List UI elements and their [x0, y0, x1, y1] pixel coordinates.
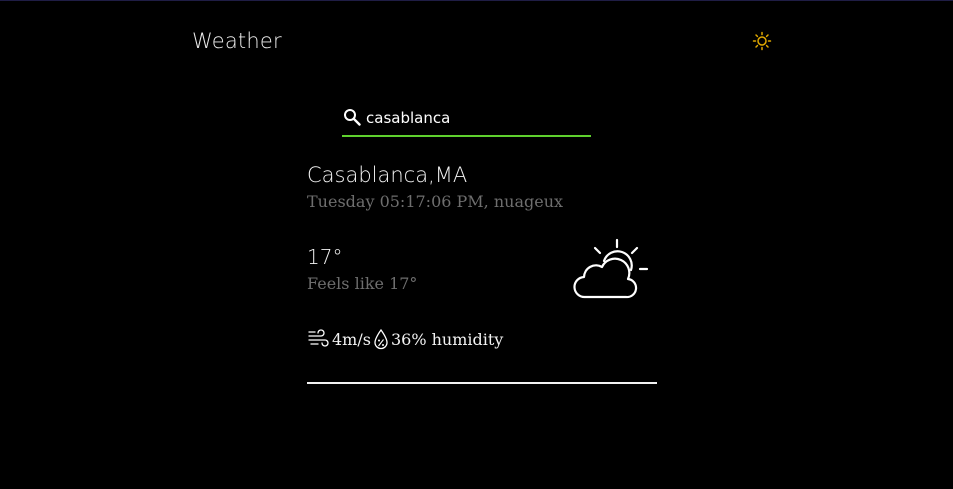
datetime-description: Tuesday 05:17:06 PM, nuageux	[307, 192, 564, 211]
sun-icon	[752, 31, 772, 51]
app-title: Weather	[192, 29, 282, 53]
wind-speed: 4m/s	[332, 329, 371, 349]
partly-cloudy-icon	[573, 238, 649, 299]
temperature: 17°	[307, 245, 343, 269]
weather-app: Weather Casablanca,MA Tuesday 05:17:06 P…	[0, 0, 953, 489]
feels-like: Feels like 17°	[307, 274, 418, 293]
divider	[307, 382, 657, 384]
humidity-value: 36% humidity	[390, 329, 504, 349]
weather-metrics: 4m/s 36% humidity	[307, 326, 503, 352]
search-input[interactable]	[366, 105, 586, 131]
search-bar	[342, 105, 591, 137]
city-name: Casablanca,MA	[307, 163, 468, 187]
humidity-drop-icon	[374, 328, 388, 350]
search-icon[interactable]	[343, 108, 361, 126]
theme-toggle-button[interactable]	[752, 31, 772, 51]
wind-icon	[308, 329, 329, 347]
